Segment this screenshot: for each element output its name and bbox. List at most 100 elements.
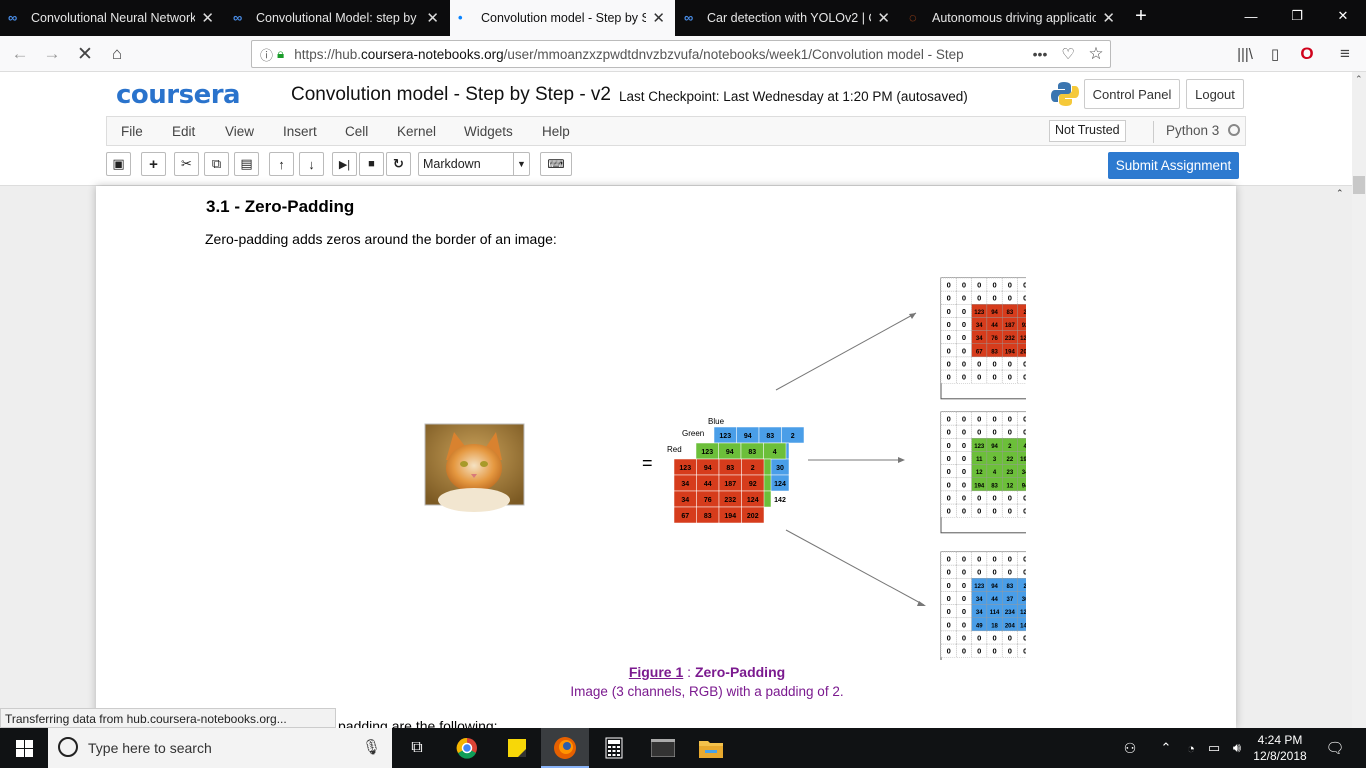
menu-file[interactable]: File [121, 124, 143, 139]
bookmark-star-icon[interactable]: ☆ [1084, 42, 1108, 66]
zero-value: 0 [947, 554, 951, 563]
menu-kernel[interactable]: Kernel [397, 124, 436, 139]
close-tab-icon[interactable]: ✕ [201, 9, 214, 27]
padded-value: 76 [991, 336, 998, 342]
tab-convolutional-neural-network[interactable]: ∞ Convolutional Neural Network ✕ [0, 0, 224, 36]
close-tab-icon[interactable]: ✕ [652, 9, 665, 27]
padded-value: 83 [1007, 310, 1014, 316]
trust-indicator[interactable]: Not Trusted [1049, 120, 1126, 142]
zero-value: 0 [992, 280, 996, 289]
zero-value: 0 [962, 307, 966, 316]
padded-value: 123 [974, 444, 985, 450]
task-view-icon[interactable]: ⧉ [404, 736, 430, 760]
taskbar-clock[interactable]: 4:24 PM 12/8/2018 [1250, 732, 1310, 764]
move-up-icon[interactable]: ↑ [269, 152, 294, 176]
opera-addon-icon[interactable]: O [1295, 42, 1319, 66]
close-tab-icon[interactable]: ✕ [426, 9, 439, 27]
zero-value: 0 [1023, 507, 1026, 516]
red-cell-value: 202 [747, 513, 759, 520]
copy-icon[interactable]: ⧉ [204, 152, 229, 176]
tab-autonomous-driving[interactable]: ◌ Autonomous driving applicatio ✕ [901, 0, 1125, 36]
zero-value: 0 [1008, 428, 1012, 437]
padded-value: 234 [1005, 610, 1016, 616]
tab-convolutional-model[interactable]: ∞ Convolutional Model: step by s ✕ [225, 0, 449, 36]
zero-value: 0 [962, 507, 966, 516]
padded-blue-channel: 0 0 0 0 0 0 0 0 0 0 0 0 0 0 0 0 0 0 123 94 83 2 0 0 0 0 34 44 37 30 0 0… [940, 551, 1026, 660]
logout-button[interactable]: Logout [1186, 79, 1244, 109]
figure-title: Figure 1 : Zero-Padding [628, 664, 786, 680]
close-tab-icon[interactable]: ✕ [877, 9, 890, 27]
close-tab-icon[interactable]: ✕ [1102, 9, 1115, 27]
info-icon[interactable]: ⓘ [260, 45, 273, 64]
pocket-icon[interactable]: ♡ [1056, 42, 1080, 66]
close-window-icon[interactable]: ✕ [1320, 0, 1366, 32]
people-icon[interactable]: ⚇ [1117, 736, 1143, 760]
cell-type-select[interactable]: Markdown ▼ [418, 152, 530, 176]
sticky-notes-icon[interactable] [504, 736, 530, 760]
page-scrollbar[interactable]: ⌃ [1352, 72, 1366, 728]
stop-kernel-icon[interactable]: ■ [359, 152, 384, 176]
page-actions-icon[interactable]: ••• [1028, 42, 1052, 66]
zero-value: 0 [977, 507, 981, 516]
menu-cell[interactable]: Cell [345, 124, 368, 139]
zero-padding-figure: = 123 94 83 2123 94 83 430124142123 94 83 234 44 18… [424, 277, 1026, 660]
menu-help[interactable]: Help [542, 124, 570, 139]
notifications-icon[interactable]: 🗨︎ [1322, 736, 1348, 760]
zero-value: 0 [947, 493, 951, 502]
coursera-logo[interactable]: coursera [116, 80, 241, 110]
zero-value: 0 [962, 647, 966, 656]
show-hidden-icons-chevron[interactable]: ⌃ [1153, 736, 1179, 760]
menu-insert[interactable]: Insert [283, 124, 317, 139]
zero-value: 0 [1008, 493, 1012, 502]
scrollbar-thumb[interactable] [1353, 176, 1365, 194]
menu-edit[interactable]: Edit [172, 124, 195, 139]
restore-icon[interactable]: ❐ [1274, 0, 1320, 32]
zero-value: 0 [947, 633, 951, 642]
keyboard-shortcuts-icon[interactable]: ⌨ [540, 152, 572, 176]
figure-label: Figure 1 [628, 664, 684, 680]
forward-arrow-icon[interactable]: → [40, 42, 64, 66]
scroll-up-icon[interactable]: ⌃ [1355, 74, 1363, 85]
minimize-icon[interactable]: — [1228, 0, 1274, 32]
zero-value: 0 [947, 568, 951, 577]
notebook-title[interactable]: Convolution model - Step by Step - v2 [291, 84, 611, 106]
url-bar[interactable]: ⓘ 🔒︎ https://hub.coursera-notebooks.org/… [251, 40, 1111, 68]
new-tab-icon[interactable]: + [1126, 0, 1156, 32]
save-icon[interactable]: ▣ [106, 152, 131, 176]
home-icon[interactable]: ⌂ [105, 42, 129, 66]
volume-icon[interactable]: 🔊︎ [1224, 736, 1250, 760]
library-icon[interactable]: |||\ [1233, 42, 1257, 66]
padded-value: 67 [976, 349, 983, 355]
control-panel-button[interactable]: Control Panel [1084, 79, 1180, 109]
menu-widgets[interactable]: Widgets [464, 124, 513, 139]
firefox-icon[interactable] [552, 736, 578, 760]
paste-icon[interactable]: ▤ [234, 152, 259, 176]
tab-car-detection[interactable]: ∞ Car detection with YOLOv2 | Co ✕ [676, 0, 900, 36]
calculator-icon[interactable] [601, 736, 627, 760]
windows-start-icon[interactable] [11, 736, 37, 760]
submit-assignment-button[interactable]: Submit Assignment [1108, 152, 1239, 179]
zero-value: 0 [1008, 359, 1012, 368]
run-cell-icon[interactable]: ▶| [332, 152, 357, 176]
zero-value: 0 [962, 333, 966, 342]
restart-kernel-icon[interactable]: ↻ [386, 152, 411, 176]
insert-cell-icon[interactable]: + [141, 152, 166, 176]
section-heading: 3.1 - Zero-Padding [206, 197, 355, 216]
cut-icon[interactable]: ✂ [174, 152, 199, 176]
hamburger-menu-icon[interactable]: ≡ [1333, 42, 1357, 66]
chrome-icon[interactable] [454, 736, 480, 760]
padded-value: 12 [976, 470, 983, 476]
tab-convolution-model-active[interactable]: • Convolution model - Step by St ✕ [450, 0, 675, 36]
padded-value: 124 [1020, 610, 1026, 616]
back-arrow-icon[interactable]: ← [8, 42, 32, 66]
taskbar-search-input[interactable]: Type here to search 🎙︎ [48, 728, 392, 768]
menu-view[interactable]: View [225, 124, 254, 139]
zero-value: 0 [992, 647, 996, 656]
file-explorer-icon[interactable] [698, 736, 724, 760]
stop-loading-icon[interactable]: ✕ [73, 42, 97, 66]
move-down-icon[interactable]: ↓ [299, 152, 324, 176]
microphone-icon[interactable]: 🎙︎ [362, 738, 381, 756]
inner-scroll-up-icon[interactable]: ⌃ [1336, 188, 1344, 199]
sidebar-icon[interactable]: ▯ [1263, 42, 1287, 66]
terminal-icon[interactable] [650, 736, 676, 760]
